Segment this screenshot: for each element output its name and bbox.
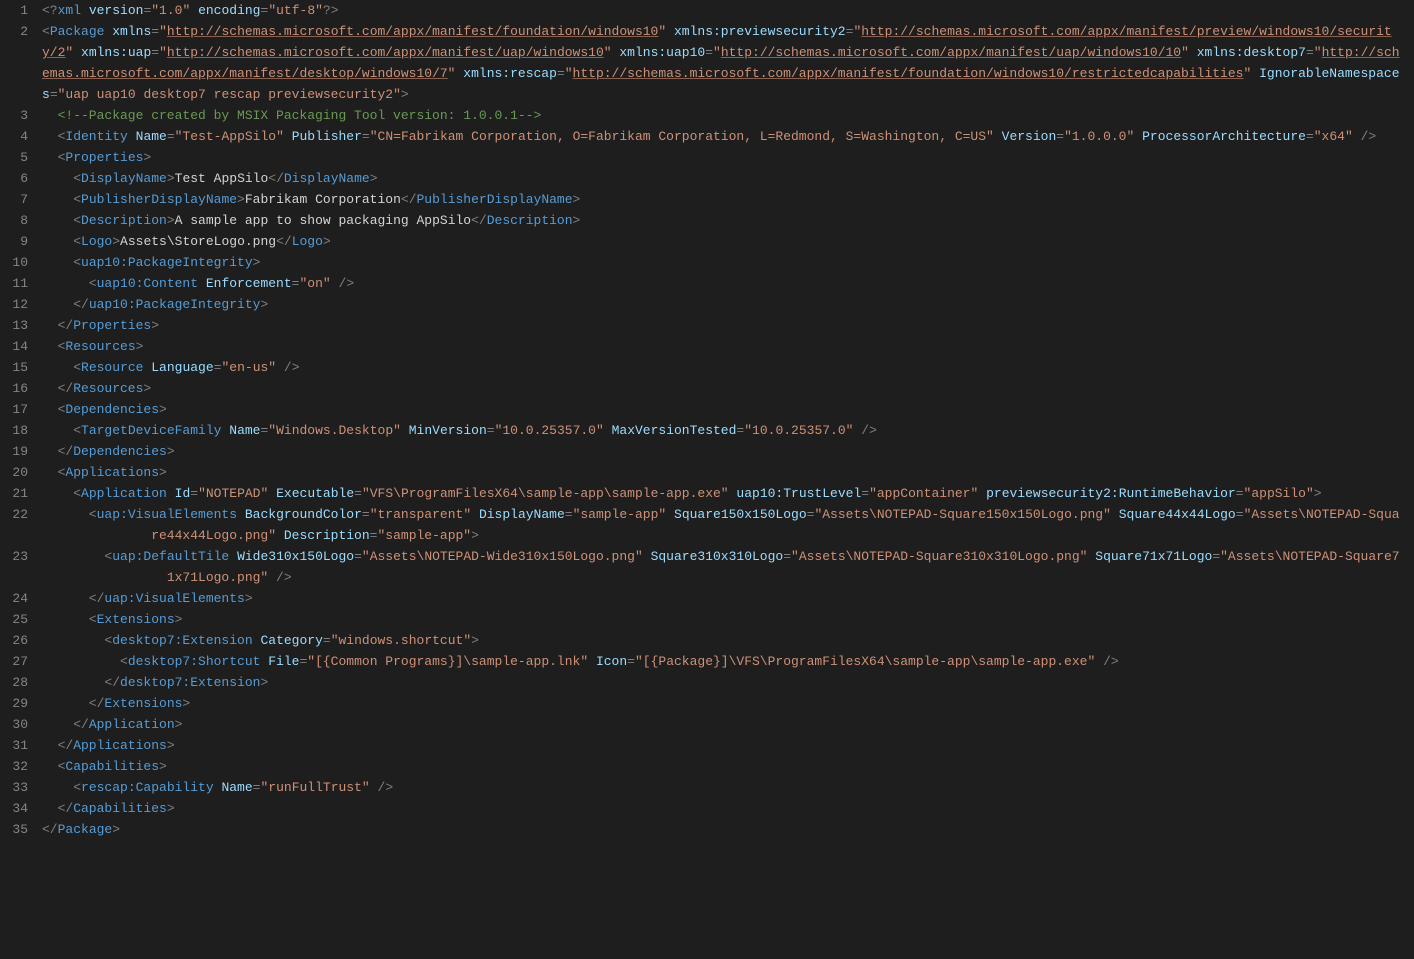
code-line[interactable]: <DisplayName>Test AppSilo</DisplayName> (42, 168, 1404, 189)
line-number: 34 (0, 798, 28, 819)
code-line[interactable]: </uap:VisualElements> (42, 588, 1404, 609)
code-line[interactable]: <Extensions> (42, 609, 1404, 630)
code-line[interactable]: <desktop7:Shortcut File="[{Common Progra… (42, 651, 1404, 672)
code-line[interactable]: </Properties> (42, 315, 1404, 336)
line-number: 4 (0, 126, 28, 147)
line-number: 24 (0, 588, 28, 609)
code-line[interactable]: <uap10:Content Enforcement="on" /> (42, 273, 1404, 294)
line-number: 32 (0, 756, 28, 777)
code-line[interactable]: <Dependencies> (42, 399, 1404, 420)
line-number: 1 (0, 0, 28, 21)
line-number: 31 (0, 735, 28, 756)
code-line[interactable]: <!--Package created by MSIX Packaging To… (42, 105, 1404, 126)
line-number: 6 (0, 168, 28, 189)
line-number: 20 (0, 462, 28, 483)
line-number: 5 (0, 147, 28, 168)
code-line[interactable]: <rescap:Capability Name="runFullTrust" /… (42, 777, 1404, 798)
line-number: 18 (0, 420, 28, 441)
code-line[interactable]: </Resources> (42, 378, 1404, 399)
line-number: 2 (0, 21, 28, 105)
code-line[interactable]: <Logo>Assets\StoreLogo.png</Logo> (42, 231, 1404, 252)
code-line[interactable]: <Resources> (42, 336, 1404, 357)
code-line[interactable]: <PublisherDisplayName>Fabrikam Corporati… (42, 189, 1404, 210)
code-line[interactable]: <Capabilities> (42, 756, 1404, 777)
code-line[interactable]: <Resource Language="en-us" /> (42, 357, 1404, 378)
line-number-gutter: 1234567891011121314151617181920212223242… (0, 0, 42, 840)
code-line[interactable]: </Dependencies> (42, 441, 1404, 462)
code-line[interactable]: <desktop7:Extension Category="windows.sh… (42, 630, 1404, 651)
line-number: 26 (0, 630, 28, 651)
code-line[interactable]: </uap10:PackageIntegrity> (42, 294, 1404, 315)
line-number: 33 (0, 777, 28, 798)
line-number: 27 (0, 651, 28, 672)
code-line[interactable]: <Description>A sample app to show packag… (42, 210, 1404, 231)
code-line[interactable]: <Properties> (42, 147, 1404, 168)
code-line[interactable]: <Application Id="NOTEPAD" Executable="VF… (42, 483, 1404, 504)
code-line[interactable]: <Applications> (42, 462, 1404, 483)
line-number: 19 (0, 441, 28, 462)
code-line[interactable]: </Extensions> (42, 693, 1404, 714)
line-number: 25 (0, 609, 28, 630)
line-number: 11 (0, 273, 28, 294)
line-number: 16 (0, 378, 28, 399)
code-line[interactable]: <uap:DefaultTile Wide310x150Logo="Assets… (42, 546, 1404, 588)
code-line[interactable]: </Application> (42, 714, 1404, 735)
code-line[interactable]: </Applications> (42, 735, 1404, 756)
line-number: 29 (0, 693, 28, 714)
code-line[interactable]: <Identity Name="Test-AppSilo" Publisher=… (42, 126, 1404, 147)
code-editor-content[interactable]: <?xml version="1.0" encoding="utf-8"?><P… (42, 0, 1414, 840)
line-number: 8 (0, 210, 28, 231)
line-number: 9 (0, 231, 28, 252)
code-line[interactable]: </Package> (42, 819, 1404, 840)
code-line[interactable]: </Capabilities> (42, 798, 1404, 819)
code-line[interactable]: <uap:VisualElements BackgroundColor="tra… (42, 504, 1404, 546)
line-number: 12 (0, 294, 28, 315)
line-number: 17 (0, 399, 28, 420)
line-number: 3 (0, 105, 28, 126)
line-number: 10 (0, 252, 28, 273)
code-line[interactable]: <TargetDeviceFamily Name="Windows.Deskto… (42, 420, 1404, 441)
line-number: 28 (0, 672, 28, 693)
code-line[interactable]: <uap10:PackageIntegrity> (42, 252, 1404, 273)
line-number: 7 (0, 189, 28, 210)
line-number: 23 (0, 546, 28, 588)
line-number: 13 (0, 315, 28, 336)
code-line[interactable]: <Package xmlns="http://schemas.microsoft… (42, 21, 1404, 105)
line-number: 35 (0, 819, 28, 840)
line-number: 14 (0, 336, 28, 357)
line-number: 15 (0, 357, 28, 378)
code-line[interactable]: <?xml version="1.0" encoding="utf-8"?> (42, 0, 1404, 21)
line-number: 22 (0, 504, 28, 546)
line-number: 30 (0, 714, 28, 735)
line-number: 21 (0, 483, 28, 504)
code-line[interactable]: </desktop7:Extension> (42, 672, 1404, 693)
